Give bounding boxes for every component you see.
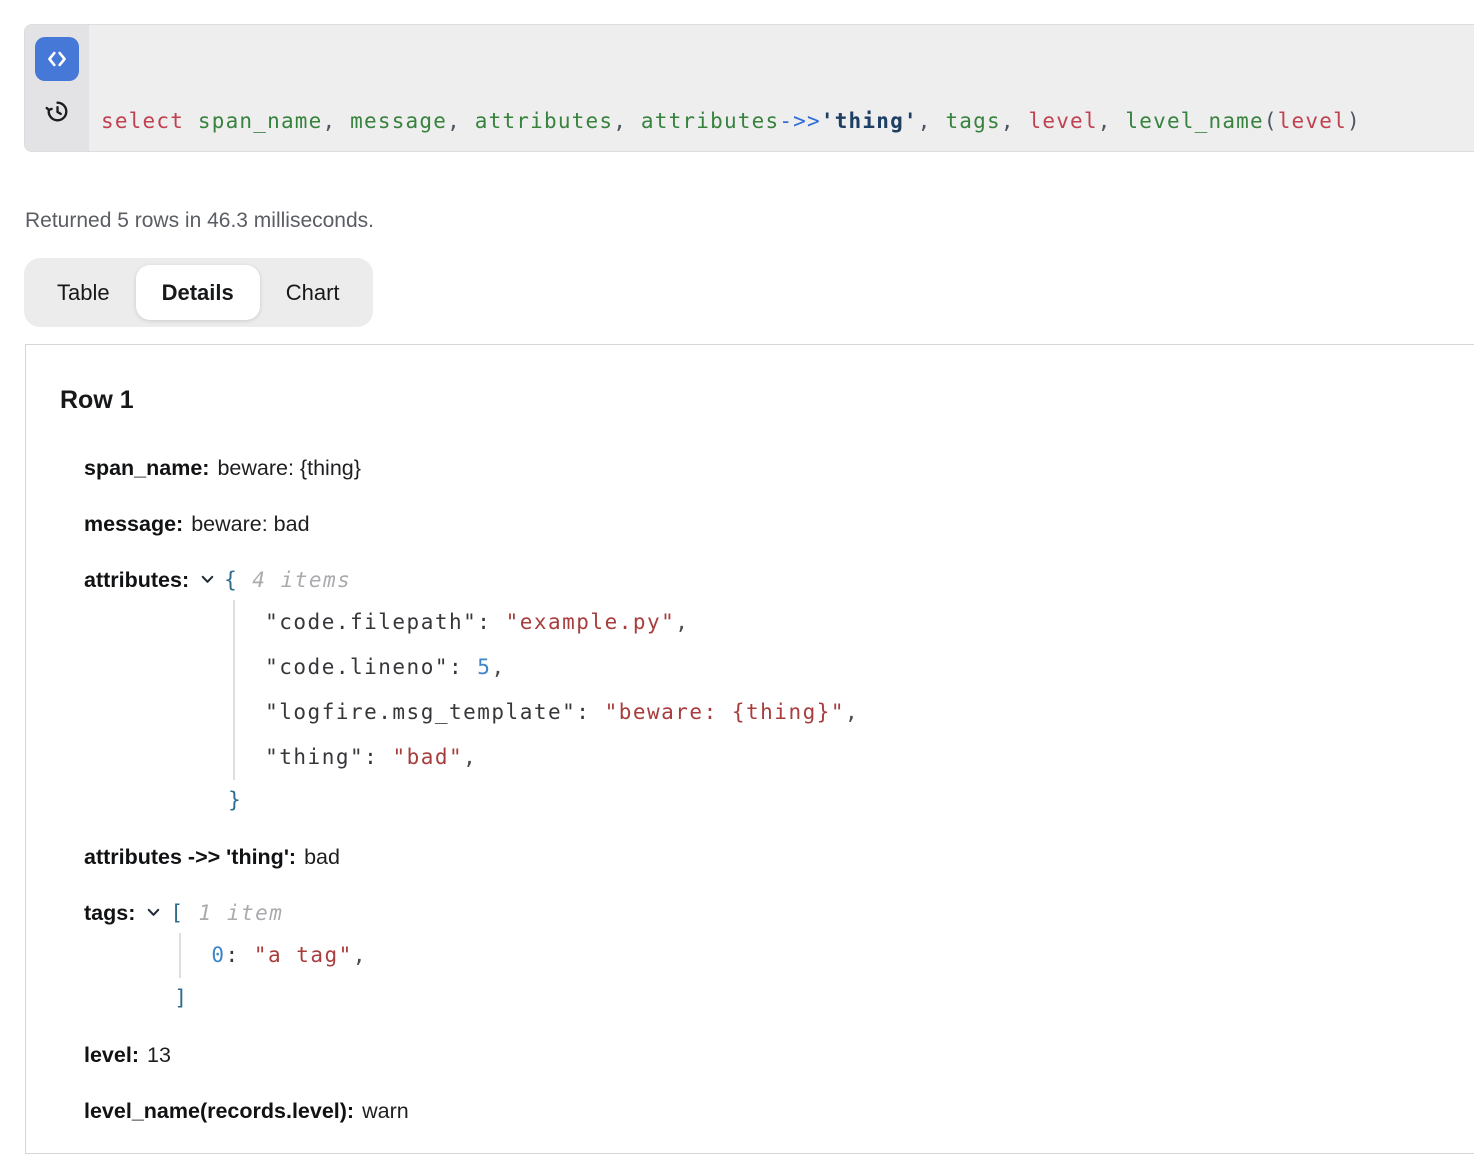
json-value: 5 [477,655,491,679]
code-brackets-icon [44,46,70,72]
json-comma: , [463,745,477,769]
json-comma: , [845,700,859,724]
chevron-down-icon[interactable] [145,904,162,921]
sql-token: level_name [1112,109,1264,133]
json-row: "code.lineno": 5, [265,645,859,690]
field-level: level: 13 [84,1042,1455,1069]
json-open-line: {4 items [224,567,859,594]
json-key: "thing" [265,745,364,769]
json-body: 0: "a tag", [179,933,367,978]
field-attributes: attributes: {4 items "code.filepath": "e… [84,567,1455,820]
json-separator: : [477,610,505,634]
sql-token: , [447,109,461,133]
json-value: "bad" [392,745,463,769]
sql-token: , [613,109,627,133]
field-label: span_name: [84,456,209,480]
chevron-down-icon[interactable] [199,571,216,588]
field-label: level: [84,1043,139,1067]
sql-token: select [101,109,184,133]
json-tree-tags: [1 item 0: "a tag", ] [170,900,367,1018]
close-bracket: ] [174,986,188,1010]
sql-token: span_name [184,109,322,133]
json-row: "thing": "bad", [265,735,859,780]
sql-token: attributes [461,109,613,133]
field-attributes-thing: attributes ->> 'thing': bad [84,844,1455,871]
field-value: beware: {thing} [217,456,360,480]
tab-details[interactable]: Details [136,265,260,320]
tab-table[interactable]: Table [31,265,136,320]
json-separator: : [576,700,604,724]
sql-token: ) [1347,109,1361,133]
json-open-line: [1 item [170,900,367,927]
json-key: "logfire.msg_template" [265,700,576,724]
query-history-button[interactable] [42,96,72,126]
field-value: beware: bad [191,512,309,536]
json-row: "logfire.msg_template": "beware: {thing}… [265,690,859,735]
row-title: Row 1 [60,385,1455,415]
sql-token: attributes [627,109,779,133]
json-close-line: } [228,780,859,820]
history-icon [44,98,71,125]
field-label: attributes: [84,567,189,594]
result-view-tabs: Table Details Chart [24,258,373,327]
json-row: "code.filepath": "example.py", [265,600,859,645]
json-comma: , [675,610,689,634]
field-label: level_name(records.level): [84,1099,354,1123]
sql-token: message [336,109,447,133]
sql-token: , [918,109,932,133]
json-comma: , [353,943,367,967]
json-value: "a tag" [254,943,353,967]
json-key: "code.lineno" [265,655,449,679]
item-count: 4 items [252,568,351,592]
field-span-name: span_name: beware: {thing} [84,455,1455,482]
tab-chart[interactable]: Chart [260,265,366,320]
field-label: message: [84,512,183,536]
open-brace: { [224,568,238,592]
json-value: "beware: {thing}" [605,700,845,724]
field-label: attributes ->> 'thing': [84,845,296,869]
sql-token: tags [932,109,1001,133]
json-row: 0: "a tag", [211,933,367,978]
editor-gutter [25,25,89,151]
json-tree-attributes: {4 items "code.filepath": "example.py", … [224,567,859,820]
sql-token: ->> [779,109,821,133]
json-body: "code.filepath": "example.py", "code.lin… [233,600,859,780]
json-close-line: ] [174,978,367,1018]
json-comma: , [491,655,505,679]
item-count: 1 item [199,901,284,925]
sql-token: ( [1264,109,1278,133]
sql-token: , [1001,109,1015,133]
details-panel: Row 1 span_name: beware: {thing} message:… [25,344,1474,1154]
field-value: bad [304,845,340,869]
sql-line-1: select span_name, message, attributes, a… [101,105,1361,138]
json-separator: : [364,745,392,769]
field-value: 13 [147,1043,171,1067]
sql-token: level [1278,109,1347,133]
sql-token: , [1098,109,1112,133]
json-separator: : [226,943,254,967]
field-label: tags: [84,900,135,927]
json-separator: : [449,655,477,679]
sql-query-text[interactable]: select span_name, message, attributes, a… [89,25,1377,151]
field-tags: tags: [1 item 0: "a tag", ] [84,900,1455,1018]
sql-token: , [323,109,337,133]
query-result-status: Returned 5 rows in 46.3 milliseconds. [25,208,374,234]
close-brace: } [228,788,242,812]
json-key: "code.filepath" [265,610,477,634]
json-index: 0 [211,943,225,967]
field-message: message: beware: bad [84,511,1455,538]
open-bracket: [ [170,901,184,925]
field-value: warn [362,1099,409,1123]
json-value: "example.py" [506,610,676,634]
query-editor: select span_name, message, attributes, a… [24,24,1474,152]
field-level-name: level_name(records.level): warn [84,1098,1455,1125]
code-mode-button[interactable] [35,37,79,81]
sql-token: level [1015,109,1098,133]
sql-token: 'thing' [821,109,918,133]
